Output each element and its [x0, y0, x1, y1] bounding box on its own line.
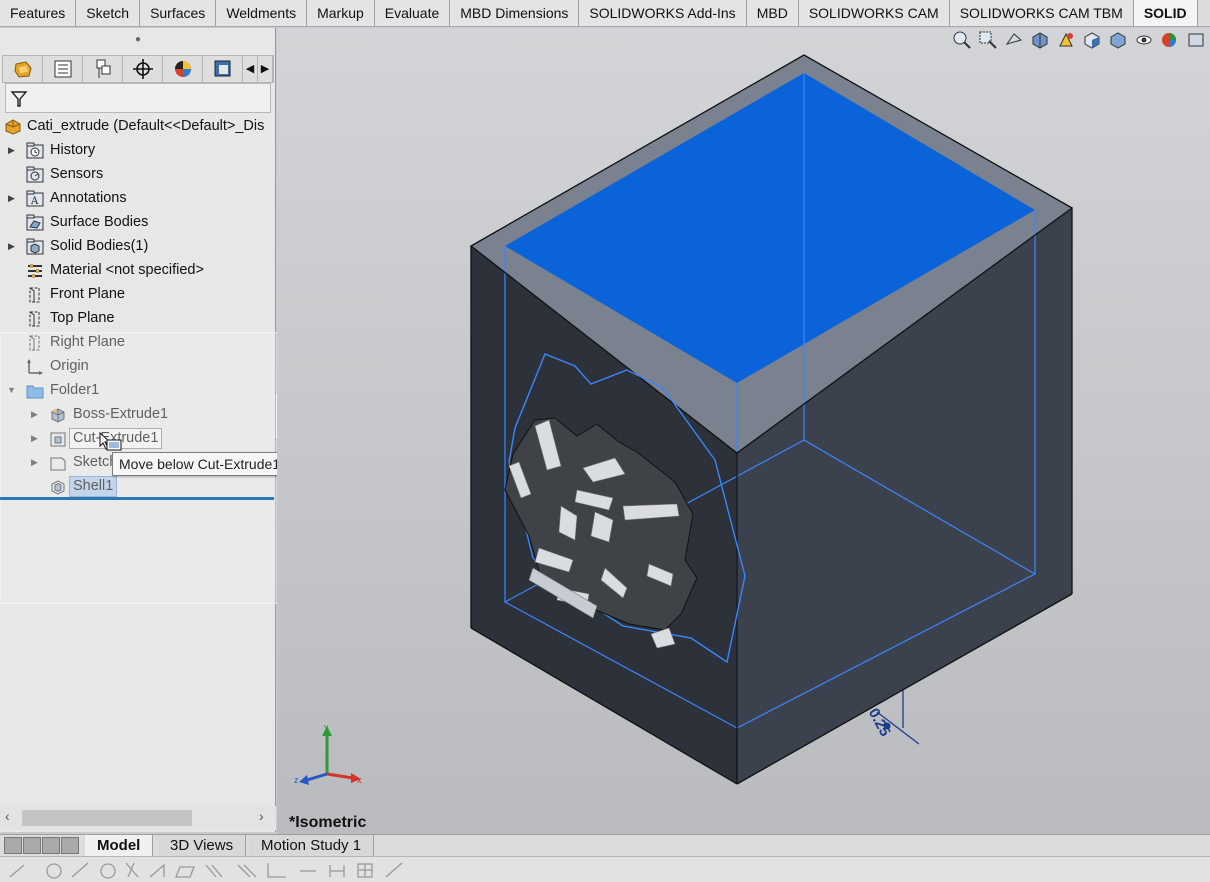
tab-surfaces[interactable]: Surfaces	[140, 0, 217, 26]
first-tab-button[interactable]	[4, 837, 22, 854]
tree-item-label: Front Plane	[50, 286, 125, 302]
dimension-value[interactable]: 0.25	[865, 706, 894, 740]
history-icon	[26, 142, 44, 159]
scrollbar-thumb[interactable]	[22, 810, 192, 826]
tree-item-label: Solid Bodies(1)	[50, 238, 149, 254]
property-manager-icon	[54, 60, 72, 78]
tabs-scroll-left[interactable]: ◀	[243, 56, 258, 82]
tree-item-sensors[interactable]: Sensors	[0, 163, 276, 187]
expand-arrow-icon[interactable]: ▶	[8, 193, 18, 205]
tab-markup[interactable]: Markup	[307, 0, 375, 26]
solid-bodies-icon	[26, 238, 44, 255]
cam-manager-icon	[214, 60, 231, 77]
tree-item-solid-bodies[interactable]: ▶ Solid Bodies(1)	[0, 235, 276, 259]
tree-item-label: Material <not specified>	[50, 262, 204, 278]
tabs-scroll-right[interactable]: ▶	[258, 56, 273, 82]
tree-item-label: Top Plane	[50, 310, 115, 326]
configuration-manager-tab[interactable]	[83, 56, 123, 82]
dimxpert-manager-tab[interactable]	[123, 56, 163, 82]
expand-arrow-icon[interactable]: ▶	[8, 145, 18, 157]
triad-z-label: z	[294, 775, 299, 785]
tab-motion-study-1[interactable]: Motion Study 1	[249, 835, 375, 857]
tab-sketch[interactable]: Sketch	[76, 0, 141, 26]
tab-mbd[interactable]: MBD	[746, 0, 799, 26]
material-icon	[28, 264, 42, 278]
triad-y-label: y	[324, 722, 329, 732]
graphics-viewport[interactable]: 0.25 y x z *Isometric	[277, 28, 1210, 834]
tree-item-history[interactable]: ▶ History	[0, 139, 276, 163]
tree-item-label: Surface Bodies	[50, 214, 149, 230]
svg-text:A: A	[30, 196, 39, 207]
tab-mbd-dimensions[interactable]: MBD Dimensions	[450, 0, 580, 26]
drop-target-indicator	[0, 497, 274, 500]
tab-solidworks-cam-tbm[interactable]: SOLIDWORKS CAM TBM	[949, 0, 1134, 26]
part-icon	[5, 119, 21, 135]
model-graphics[interactable]: 0.25 y x z	[277, 28, 1210, 834]
tree-item-surface-bodies[interactable]: Surface Bodies	[0, 211, 276, 235]
chevron-right-icon[interactable]: ›	[259, 808, 264, 824]
tab-solidworks-cam[interactable]: SOLIDWORKS CAM	[798, 0, 950, 26]
display-manager-tab[interactable]	[163, 56, 203, 82]
tree-filter-box[interactable]	[5, 83, 271, 113]
panel-grip-handle[interactable]: ●	[0, 28, 276, 52]
tab-weldments[interactable]: Weldments	[216, 0, 308, 26]
tree-item-top-plane[interactable]: Top Plane	[0, 307, 276, 331]
previous-tab-button[interactable]	[23, 837, 41, 854]
chevron-left-icon: ◀	[245, 63, 255, 75]
tab-3d-views[interactable]: 3D Views	[158, 835, 247, 857]
tree-item-front-plane[interactable]: Front Plane	[0, 283, 276, 307]
tree-item-label: Sensors	[50, 166, 104, 182]
tree-item-label: History	[50, 142, 96, 158]
tree-horizontal-scrollbar[interactable]: ‹ ›	[0, 806, 276, 830]
configuration-manager-icon	[96, 59, 111, 78]
tab-features[interactable]: Features	[0, 0, 77, 26]
tree-item-material[interactable]: Material <not specified>	[0, 259, 276, 283]
expand-arrow-icon[interactable]: ▶	[8, 241, 18, 253]
feature-manager-tab-bar: ◀ ▶	[2, 55, 274, 83]
display-manager-icon	[175, 61, 191, 77]
plane-icon	[29, 311, 40, 327]
triad-x-label: x	[357, 775, 362, 785]
drag-cursor-icon	[99, 432, 122, 451]
command-manager-tabs: Features Sketch Surfaces Weldments Marku…	[0, 0, 1210, 27]
bottom-tab-bar: Model 3D Views Motion Study 1	[0, 834, 1210, 857]
tree-item-annotations[interactable]: ▶ A Annotations	[0, 187, 276, 211]
annotations-icon: A	[26, 190, 44, 207]
feature-tree-icon	[14, 61, 32, 78]
next-tab-button[interactable]	[42, 837, 60, 854]
tree-root-part[interactable]: Cati_extrude (Default<<Default>_Dis	[0, 115, 276, 139]
filter-icon	[10, 91, 28, 107]
drag-tooltip: Move below Cut-Extrude1	[112, 452, 288, 476]
chevron-left-icon[interactable]: ‹	[5, 808, 10, 824]
cam-manager-tab[interactable]	[203, 56, 243, 82]
tree-item-label: Annotations	[50, 190, 127, 206]
sketch-tools-strip	[0, 856, 1210, 882]
view-name-label: *Isometric	[289, 814, 367, 831]
part-name-label: Cati_extrude (Default<<Default>_Dis	[27, 118, 265, 134]
tab-solidworks-add-ins[interactable]: SOLIDWORKS Add-Ins	[579, 0, 747, 26]
reference-triad: y x z	[294, 722, 362, 785]
tab-solidworks-more[interactable]: SOLID	[1133, 0, 1198, 26]
property-manager-tab[interactable]	[43, 56, 83, 82]
feature-tree-tab[interactable]	[3, 56, 43, 82]
last-tab-button[interactable]	[61, 837, 79, 854]
plane-icon	[29, 287, 40, 303]
sensors-icon	[26, 166, 44, 183]
sketch-tools-icons	[9, 862, 403, 879]
dimxpert-icon	[133, 59, 153, 79]
surface-bodies-icon	[26, 214, 44, 231]
tab-evaluate[interactable]: Evaluate	[374, 0, 451, 26]
tab-model[interactable]: Model	[85, 835, 154, 857]
chevron-right-icon: ▶	[260, 63, 270, 75]
